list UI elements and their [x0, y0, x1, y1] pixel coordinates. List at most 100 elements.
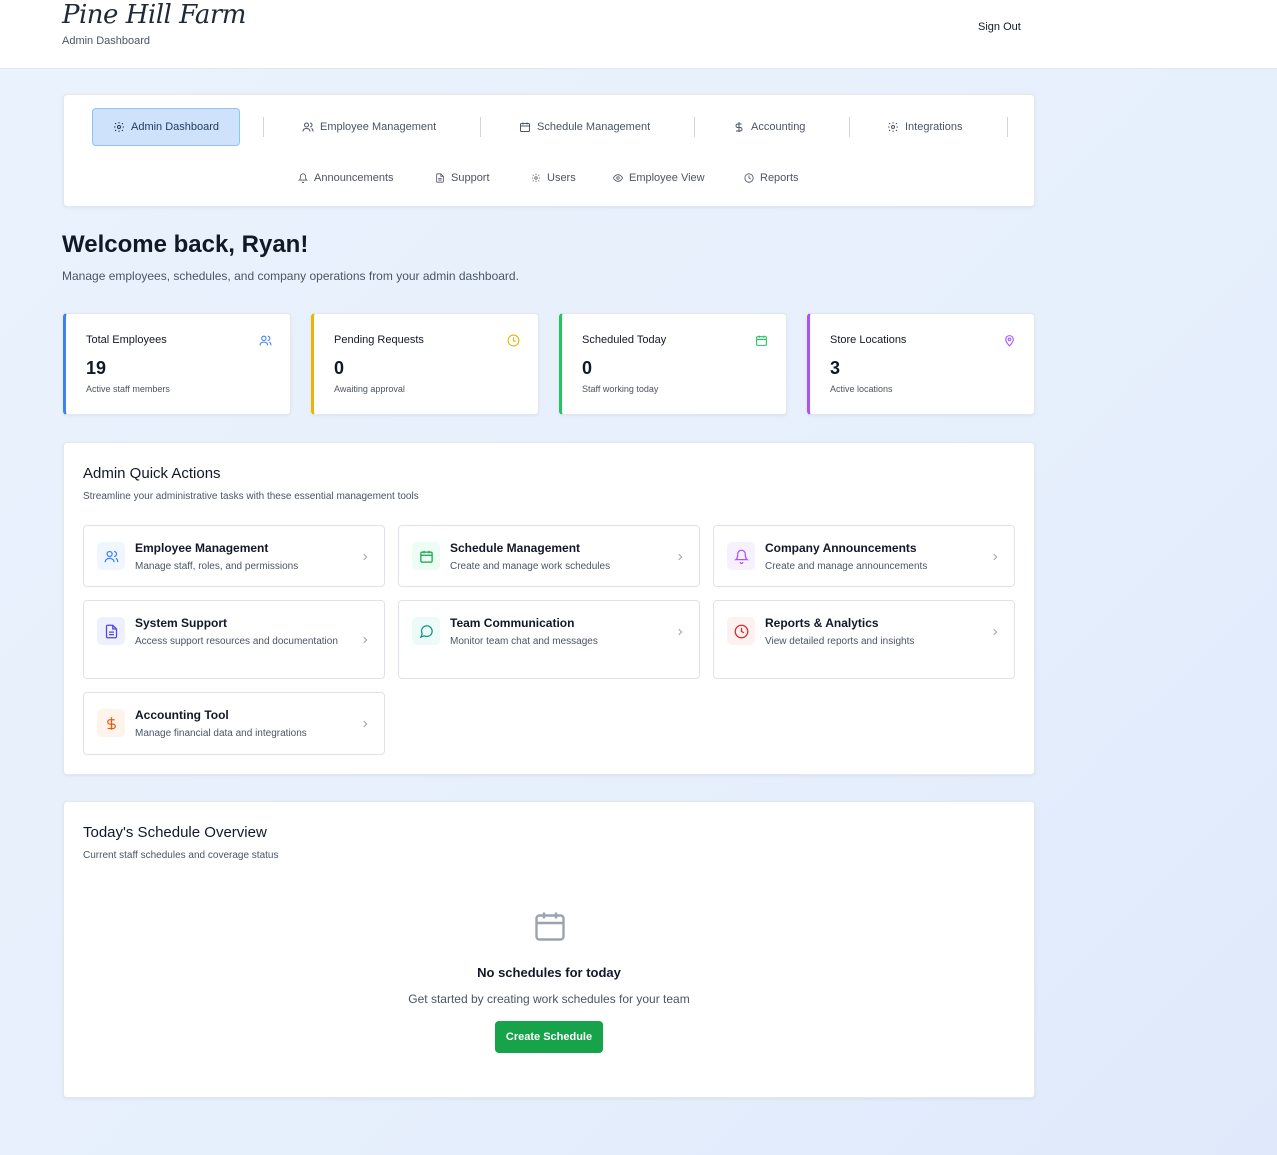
map-pin-icon: [1005, 335, 1014, 347]
bell-icon: [298, 173, 308, 183]
action-title: Schedule Management: [450, 541, 581, 555]
tab-users[interactable]: Users: [531, 166, 576, 190]
stat-desc: Staff working today: [582, 384, 659, 394]
sign-out-button[interactable]: Sign Out: [970, 18, 1029, 36]
stat-label: Pending Requests: [334, 334, 424, 346]
action-system-support[interactable]: System Support Access support resources …: [83, 600, 385, 679]
stat-label: Store Locations: [830, 334, 907, 346]
tab-employee-view[interactable]: Employee View: [613, 166, 705, 190]
document-icon: [105, 624, 117, 638]
action-company-announcements[interactable]: Company Announcements Create and manage …: [713, 525, 1015, 587]
tab-label: Schedule Management: [537, 121, 651, 133]
nav-divider: [849, 117, 850, 137]
action-desc: Create and manage announcements: [765, 561, 928, 572]
stat-value: 0: [334, 358, 345, 378]
stat-value: 0: [582, 358, 593, 378]
quick-actions-title: Admin Quick Actions: [83, 465, 221, 482]
tab-label: Employee Management: [320, 121, 437, 133]
action-icon-bg: [97, 709, 125, 737]
users-icon: [104, 550, 118, 562]
bell-icon: [733, 549, 749, 564]
nav-divider: [480, 117, 481, 137]
top-bar: Pine Hill Farm Admin Dashboard Sign Out: [0, 0, 1277, 69]
action-icon-bg: [97, 542, 125, 570]
action-icon-bg: [412, 542, 440, 570]
action-title: System Support: [135, 616, 228, 630]
stat-value: 19: [86, 358, 107, 378]
action-accounting-tool[interactable]: Accounting Tool Manage financial data an…: [83, 692, 385, 755]
main-nav: Admin Dashboard Employee Management Sche…: [63, 94, 1035, 207]
clock-icon: [507, 334, 520, 347]
calendar-icon: [419, 550, 433, 563]
schedule-overview-title: Today's Schedule Overview: [83, 824, 267, 841]
action-desc: Access support resources and documentati…: [135, 636, 338, 647]
action-title: Accounting Tool: [135, 708, 229, 722]
nav-divider: [694, 117, 695, 137]
tab-label: Employee View: [629, 172, 705, 184]
create-schedule-button[interactable]: Create Schedule: [495, 1021, 603, 1053]
tab-accounting[interactable]: Accounting: [733, 108, 805, 146]
tab-announcements[interactable]: Announcements: [298, 166, 394, 190]
stat-desc: Active locations: [830, 384, 893, 394]
action-team-communication[interactable]: Team Communication Monitor team chat and…: [398, 600, 700, 679]
stat-desc: Active staff members: [86, 384, 170, 394]
nav-row-primary: Admin Dashboard Employee Management Sche…: [64, 108, 1034, 146]
action-title: Reports & Analytics: [765, 616, 879, 630]
tab-reports[interactable]: Reports: [744, 166, 799, 190]
stat-card-total-employees: Total Employees 19 Active staff members: [63, 313, 291, 415]
action-schedule-management[interactable]: Schedule Management Create and manage wo…: [398, 525, 700, 587]
action-employee-management[interactable]: Employee Management Manage staff, roles,…: [83, 525, 385, 587]
header-subtitle: Admin Dashboard: [62, 35, 151, 47]
chevron-right-icon: [678, 628, 683, 636]
calendar-icon: [535, 912, 565, 941]
action-icon-bg: [727, 617, 755, 645]
empty-state-title: No schedules for today: [477, 965, 621, 980]
tab-integrations[interactable]: Integrations: [887, 108, 962, 146]
schedule-overview-panel: Today's Schedule Overview Current staff …: [63, 801, 1035, 1098]
empty-state-subtitle: Get started by creating work schedules f…: [408, 992, 690, 1006]
tab-label: Announcements: [314, 172, 394, 184]
nav-divider: [263, 117, 264, 137]
tab-support[interactable]: Support: [435, 166, 490, 190]
dollar-icon: [106, 716, 116, 730]
tab-label: Integrations: [905, 121, 963, 133]
gear-icon: [114, 122, 124, 132]
action-title: Employee Management: [135, 541, 269, 555]
tab-label: Users: [547, 172, 576, 184]
chevron-right-icon: [678, 553, 683, 561]
chevron-right-icon: [363, 720, 368, 728]
users-icon: [302, 122, 314, 132]
tab-admin-dashboard[interactable]: Admin Dashboard: [92, 108, 241, 146]
stat-label: Total Employees: [86, 334, 167, 346]
action-icon-bg: [412, 617, 440, 645]
tab-employee-management[interactable]: Employee Management: [302, 108, 436, 146]
dollar-icon: [735, 122, 743, 132]
gear-icon: [531, 173, 541, 183]
calendar-icon: [756, 335, 767, 346]
gear-icon: [888, 122, 898, 132]
chevron-right-icon: [363, 553, 368, 561]
action-desc: View detailed reports and insights: [765, 636, 915, 647]
page-title: Welcome back, Ryan!: [62, 231, 309, 258]
chevron-right-icon: [363, 636, 368, 644]
action-desc: Monitor team chat and messages: [450, 636, 598, 647]
action-icon-bg: [97, 617, 125, 645]
nav-row-secondary: Announcements Support Users Employee Vie…: [64, 166, 1034, 190]
action-desc: Manage financial data and integrations: [135, 728, 307, 739]
quick-actions-panel: Admin Quick Actions Streamline your admi…: [63, 442, 1035, 775]
chat-icon: [419, 624, 433, 638]
action-desc: Create and manage work schedules: [450, 561, 611, 572]
tab-label: Support: [451, 172, 490, 184]
action-title: Team Communication: [450, 616, 575, 630]
clock-icon: [744, 173, 754, 183]
document-icon: [436, 173, 444, 183]
eye-icon: [613, 174, 623, 182]
action-title: Company Announcements: [765, 541, 917, 555]
tab-schedule-management[interactable]: Schedule Management: [519, 108, 650, 146]
schedule-overview-subtitle: Current staff schedules and coverage sta…: [83, 850, 279, 861]
action-reports-analytics[interactable]: Reports & Analytics View detailed report…: [713, 600, 1015, 679]
stat-card-pending-requests: Pending Requests 0 Awaiting approval: [311, 313, 539, 415]
logo[interactable]: Pine Hill Farm: [62, 0, 246, 30]
stat-card-scheduled-today: Scheduled Today 0 Staff working today: [559, 313, 787, 415]
chevron-right-icon: [993, 553, 998, 561]
